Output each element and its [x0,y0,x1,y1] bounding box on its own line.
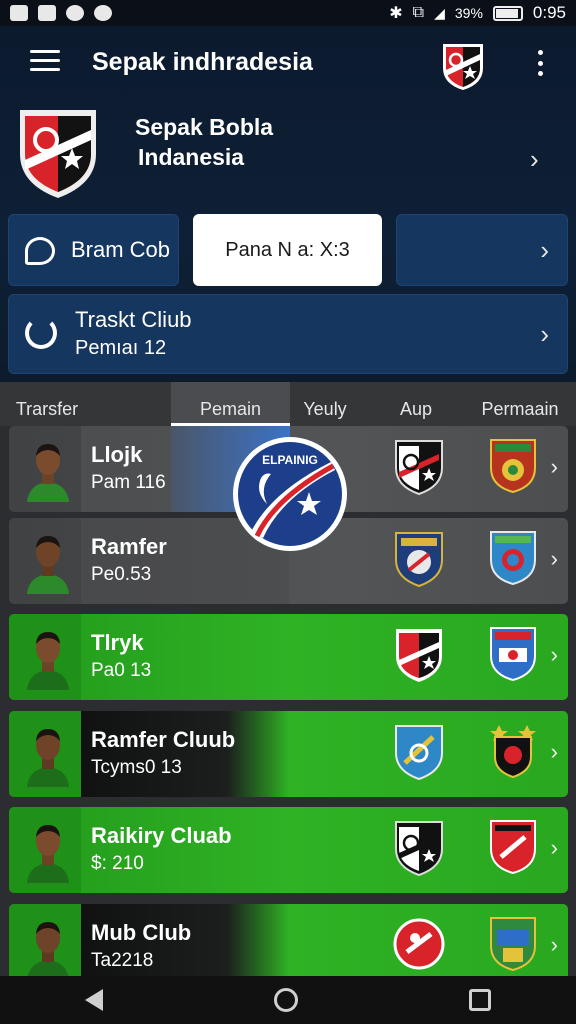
club-crest-icon [490,531,536,586]
club-header: Sepak indhradesia Sepak Bobla Indanesia … [0,26,576,382]
quick-actions: Bram Cob Pana N a: X:3 › [8,214,568,286]
menu-icon[interactable] [30,50,60,72]
refresh-icon [25,317,57,349]
track-card-title: Traskt Cliub [75,307,192,332]
player-sub: $: 210 [91,853,144,874]
player-name: Ramfer [91,534,167,559]
pana-button[interactable]: Pana N a: X:3 [193,214,382,286]
row-highlight [81,711,289,797]
avatar [27,922,69,976]
more-options-icon[interactable] [533,50,547,76]
club-name: Sepak Bobla Indanesia [135,112,435,172]
battery-percent: 39% [454,5,483,21]
image-icon [10,5,28,21]
track-card-subtitle: Pemıaı 12 [75,337,167,359]
battery-icon [492,5,523,21]
club-crest-icon [490,627,536,682]
chevron-right-icon: › [550,454,558,479]
player-name: Tlryk [91,630,144,655]
tab-permaain[interactable]: Permaain [468,382,572,426]
home-button-icon[interactable] [273,988,298,1012]
club-logo [20,110,96,198]
location-icon [66,5,84,21]
club-crest-icon [490,917,536,972]
avatar [27,536,69,594]
club-crest-icon [395,821,443,877]
recents-icon[interactable] [468,989,491,1011]
club-crest-icon [490,439,536,494]
system-nav-bar [0,976,576,1024]
list-item[interactable]: Ramfer Cluub Tcyms0 13 › [9,711,568,797]
chevron-right-icon: › [550,835,558,860]
player-name: Raikiry Cluab [91,823,232,848]
tab-yeuly[interactable]: Yeuly [290,382,360,426]
floating-club-badge[interactable]: ELPAINIG [231,432,349,558]
player-sub: Pa0 13 [91,660,152,681]
list-item[interactable]: Tlryk Pa0 13 › [9,614,568,700]
chat-icon [25,237,55,265]
tab-transfer[interactable]: Trarsfer [0,382,94,426]
status-bar: ✱ ⧉ ◢ 39% 0:95 [0,0,576,26]
player-sub: Pe0.53 [91,564,152,585]
avatar [27,729,69,787]
next-button[interactable]: › [396,214,568,286]
bluetooth-icon: ✱ [389,5,403,22]
list-item[interactable]: Raikiry Cluab $: 210 › [9,807,568,893]
home-icon [38,5,56,21]
club-crest-icon [395,532,443,588]
club-crest-icon[interactable] [440,40,486,92]
vibrate-icon: ⧉ [412,4,425,21]
bram-cob-button[interactable]: Bram Cob [8,214,179,286]
club-name-line2: Indanesia [138,144,245,170]
chevron-right-icon: › [550,546,558,571]
avatar [27,444,69,502]
player-name: Ramfer Cluub [91,727,236,752]
player-name: Llojk [91,442,143,467]
tab-pemain[interactable]: Pemain [171,382,290,426]
bram-cob-label: Bram Cob [71,237,171,262]
chevron-right-icon: › [550,642,558,667]
top-app-bar: Sepak indhradesia [0,26,576,98]
player-sub: Ta2218 [91,950,154,971]
chevron-right-icon: › [550,932,558,957]
player-sub: Tcyms0 13 [91,757,182,778]
club-crest-icon [393,918,445,970]
badge-text: ELPAINIG [262,453,318,467]
club-crest-icon [490,820,536,875]
player-sub: Pam 116 [91,472,166,493]
chevron-right-icon: › [550,739,558,764]
pana-label: Pana N a: X:3 [225,239,350,261]
chevron-right-icon: › [540,319,549,349]
no-disturb-icon [94,5,112,21]
avatar [27,632,69,690]
signal-icon: ◢ [434,4,445,21]
club-crest-icon [395,725,443,781]
player-name: Mub Club [91,920,192,945]
chevron-right-icon: › [540,235,549,265]
tab-bar: Trarsfer Pemain Yeuly Aup Permaain [0,382,576,426]
track-club-card[interactable]: Traskt Cliub Pemıaı 12 › [8,294,568,374]
club-crest-icon [395,440,443,496]
club-name-line1: Sepak Bobla [135,114,274,140]
chevron-right-icon[interactable]: › [530,144,539,175]
back-icon[interactable] [85,989,104,1011]
clock: 0:95 [532,3,566,22]
app-title: Sepak indhradesia [92,48,313,76]
tab-aup[interactable]: Aup [380,382,452,426]
club-crest-icon [396,629,442,682]
avatar [27,825,69,883]
club-crest-icon [490,725,536,779]
list-item[interactable]: Mub Club Ta2218 › [9,904,568,976]
